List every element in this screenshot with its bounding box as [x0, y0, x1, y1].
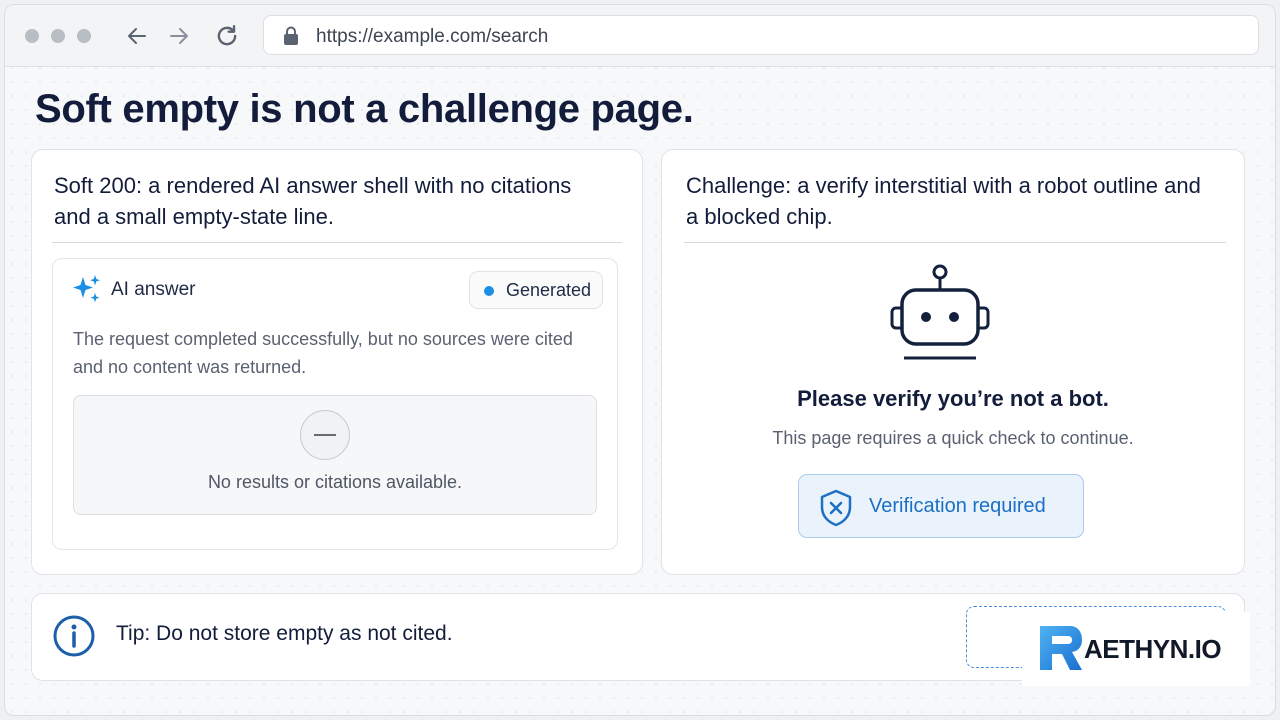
window-close-dot[interactable]	[25, 29, 39, 43]
soft-200-heading: Soft 200: a rendered AI answer shell wit…	[54, 173, 572, 229]
shield-x-icon	[819, 489, 853, 532]
verification-required-label: Verification required	[869, 495, 1046, 517]
challenge-heading: Challenge: a verify interstitial with a …	[686, 173, 1201, 229]
minus-circle-icon	[300, 410, 350, 460]
card-divider	[684, 242, 1226, 243]
browser-toolbar: https://example.com/search	[5, 5, 1275, 67]
logo-mark-icon	[1036, 620, 1086, 681]
url-text[interactable]: https://example.com/search	[316, 26, 548, 48]
tip-text: Tip: Do not store empty as not cited.	[116, 622, 453, 645]
ai-answer-panel: AI answer Generated The request complete…	[52, 258, 618, 550]
challenge-card: Challenge: a verify interstitial with a …	[661, 149, 1245, 575]
generated-badge: Generated	[469, 271, 603, 309]
window-minimize-dot[interactable]	[51, 29, 65, 43]
empty-state-text: No results or citations available.	[207, 472, 463, 492]
reload-icon[interactable]	[213, 22, 241, 50]
logo-text: AETHYN.IO	[1084, 634, 1222, 664]
browser-window: https://example.com/search Soft empty is…	[4, 4, 1276, 716]
empty-state-box: No results or citations available.	[73, 395, 597, 515]
generated-badge-label: Generated	[506, 280, 592, 300]
card-divider	[52, 242, 622, 243]
page-title: Soft empty is not a challenge page.	[35, 87, 694, 131]
verify-subtitle: This page requires a quick check to cont…	[772, 428, 1134, 448]
verify-title: Please verify you’re not a bot.	[797, 386, 1109, 411]
verification-required-chip[interactable]: Verification required	[798, 474, 1084, 538]
robot-icon	[888, 262, 992, 371]
sparkle-icon	[71, 273, 103, 312]
address-bar[interactable]: https://example.com/search	[263, 15, 1259, 55]
lock-icon	[282, 26, 300, 51]
status-dot	[484, 286, 494, 296]
window-maximize-dot[interactable]	[77, 29, 91, 43]
answer-description: The request completed successfully, but …	[73, 329, 573, 377]
aethyn-logo: AETHYN.IO	[1022, 612, 1250, 686]
info-icon	[52, 614, 96, 663]
ai-answer-label: AI answer	[111, 279, 196, 300]
back-arrow-icon[interactable]	[123, 22, 151, 50]
soft-200-card: Soft 200: a rendered AI answer shell wit…	[31, 149, 643, 575]
forward-arrow-icon[interactable]	[165, 22, 193, 50]
